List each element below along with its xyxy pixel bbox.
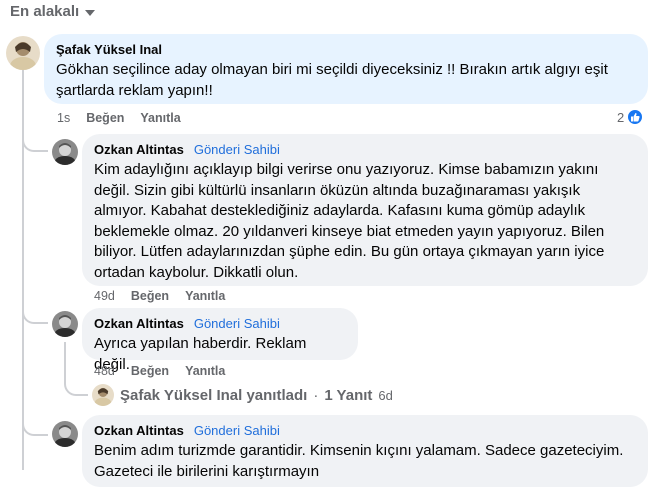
comment-age[interactable]: 48d — [94, 364, 115, 378]
thumbs-up-icon — [626, 108, 645, 126]
comment-actions: 48d Beğen Yanıtla — [94, 364, 225, 378]
author-badge: Gönderi Sahibi — [193, 142, 280, 157]
comment-text: Kim adaylığını açıklayıp bilgi verirse o… — [94, 161, 605, 281]
reply-button[interactable]: Yanıtla — [185, 289, 225, 303]
comment-text: Gökhan seçilince aday olmayan biri mi se… — [56, 61, 608, 99]
comment-age[interactable]: 1s — [57, 111, 70, 125]
avatar[interactable] — [6, 36, 40, 70]
sort-dropdown[interactable]: En alakalı — [10, 3, 96, 20]
like-button[interactable]: Beğen — [86, 111, 124, 125]
author-badge: Gönderi Sahibi — [193, 423, 280, 438]
comment-text: Benim adım turizmde garantidir. Kimsenin… — [94, 442, 624, 480]
view-replies-link[interactable]: Şafak Yüksel Inal yanıtladı · 1 Yanıt 6d — [92, 384, 393, 406]
thread-curve — [64, 366, 88, 396]
avatar[interactable] — [52, 311, 78, 337]
like-button[interactable]: Beğen — [131, 364, 169, 378]
comment-author[interactable]: Şafak Yüksel Inal — [56, 42, 162, 57]
replies-author: Şafak Yüksel Inal yanıtladı — [120, 386, 308, 404]
chevron-down-icon — [85, 9, 96, 16]
comment-actions: 1s Beğen Yanıtla — [57, 111, 181, 125]
thread-curve — [22, 410, 48, 436]
thread-curve — [22, 126, 48, 152]
reaction-summary[interactable]: 2 — [617, 108, 645, 126]
comment-author[interactable]: Ozkan Altintas — [94, 316, 184, 331]
comment-bubble: Ozkan Altintas Gönderi Sahibi Benim adım… — [82, 415, 648, 487]
like-button[interactable]: Beğen — [131, 289, 169, 303]
comment-author[interactable]: Ozkan Altintas — [94, 423, 184, 438]
replies-count: 1 Yanıt — [324, 386, 373, 404]
comment-bubble: Ozkan Altintas Gönderi Sahibi Ayrıca yap… — [82, 308, 358, 373]
thread-curve — [22, 298, 48, 324]
comment-actions: 49d Beğen Yanıtla — [94, 289, 225, 303]
comment-bubble: Şafak Yüksel Inal Gökhan seçilince aday … — [44, 34, 648, 104]
author-badge: Gönderi Sahibi — [193, 316, 280, 331]
comment-bubble: Ozkan Altintas Gönderi Sahibi Kim adaylı… — [82, 134, 648, 286]
avatar[interactable] — [52, 139, 78, 165]
comment-age[interactable]: 49d — [94, 289, 115, 303]
avatar — [92, 384, 114, 406]
reply-button[interactable]: Yanıtla — [185, 364, 225, 378]
comment-author[interactable]: Ozkan Altintas — [94, 142, 184, 157]
avatar[interactable] — [52, 421, 78, 447]
sort-label: En alakalı — [10, 3, 80, 20]
reply-button[interactable]: Yanıtla — [140, 111, 180, 125]
reaction-count: 2 — [617, 109, 625, 125]
replies-age: 6d — [378, 387, 393, 403]
separator: · — [313, 386, 319, 404]
